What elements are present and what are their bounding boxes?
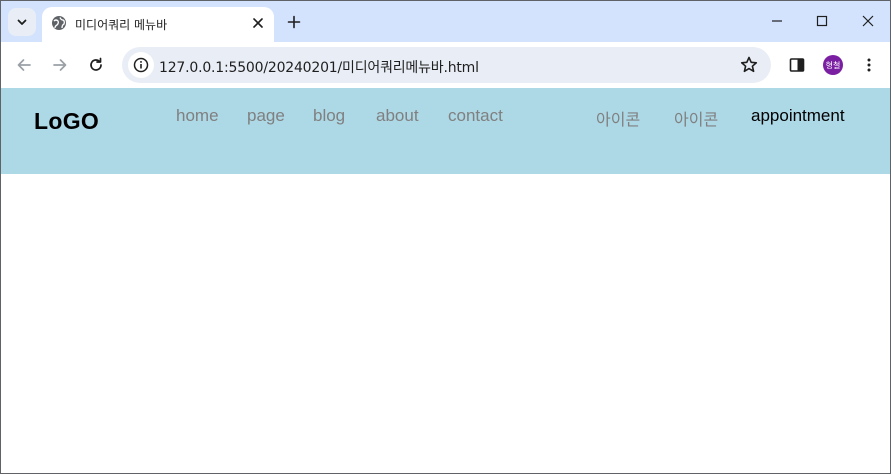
nav-link-about[interactable]: about [376,106,419,126]
nav-link-blog[interactable]: blog [313,106,345,126]
nav-link-home[interactable]: home [176,106,219,126]
arrow-left-icon [17,59,31,71]
bookmark-star-icon[interactable] [739,55,759,75]
close-icon [253,18,263,28]
maximize-icon [816,15,828,27]
nav-link-contact[interactable]: contact [448,106,503,126]
maximize-button[interactable] [806,7,838,35]
plus-icon [287,15,301,29]
profile-avatar[interactable]: 형철 [823,55,843,75]
arrow-right-icon [53,59,67,71]
page-viewport: LoGO home page blog about contact 아이콘 아이… [1,88,890,473]
close-icon [862,15,874,27]
tab-title: 미디어쿼리 메뉴바 [75,18,168,32]
new-tab-button[interactable] [283,11,305,33]
chevron-down-icon [17,19,27,25]
back-button[interactable] [10,51,38,79]
close-window-button[interactable] [852,7,884,35]
url-text[interactable]: 127.0.0.1:5500/20240201/미디어쿼리메뉴바.html [159,57,479,77]
reload-button[interactable] [82,51,110,79]
globe-icon [52,16,66,30]
info-icon [133,57,149,73]
forward-button[interactable] [46,51,74,79]
minimize-button[interactable] [761,7,793,35]
minimize-icon [772,20,782,22]
browser-window: 미디어쿼리 메뉴바 127.0.0.1:5500/20240201/미디어쿼리메… [0,0,891,474]
active-tab[interactable]: 미디어쿼리 메뉴바 [42,7,274,42]
navbar: LoGO home page blog about contact 아이콘 아이… [1,88,890,174]
side-panel-button[interactable] [783,51,811,79]
more-vertical-icon [867,58,871,72]
address-bar[interactable]: 127.0.0.1:5500/20240201/미디어쿼리메뉴바.html [122,47,771,83]
logo[interactable]: LoGO [34,108,99,135]
tab-strip: 미디어쿼리 메뉴바 [1,1,890,42]
nav-icon-2[interactable]: 아이콘 [674,106,718,130]
tab-close-button[interactable] [250,15,266,31]
reload-icon [90,57,102,71]
browser-toolbar: 127.0.0.1:5500/20240201/미디어쿼리메뉴바.html 형철 [1,42,890,88]
nav-link-page[interactable]: page [247,106,285,126]
side-panel-icon [789,58,805,72]
tab-search-button[interactable] [8,8,36,36]
nav-icon-1[interactable]: 아이콘 [596,106,640,130]
appointment-link[interactable]: appointment [751,106,845,126]
menu-button[interactable] [855,51,883,79]
site-info-button[interactable] [128,52,154,78]
